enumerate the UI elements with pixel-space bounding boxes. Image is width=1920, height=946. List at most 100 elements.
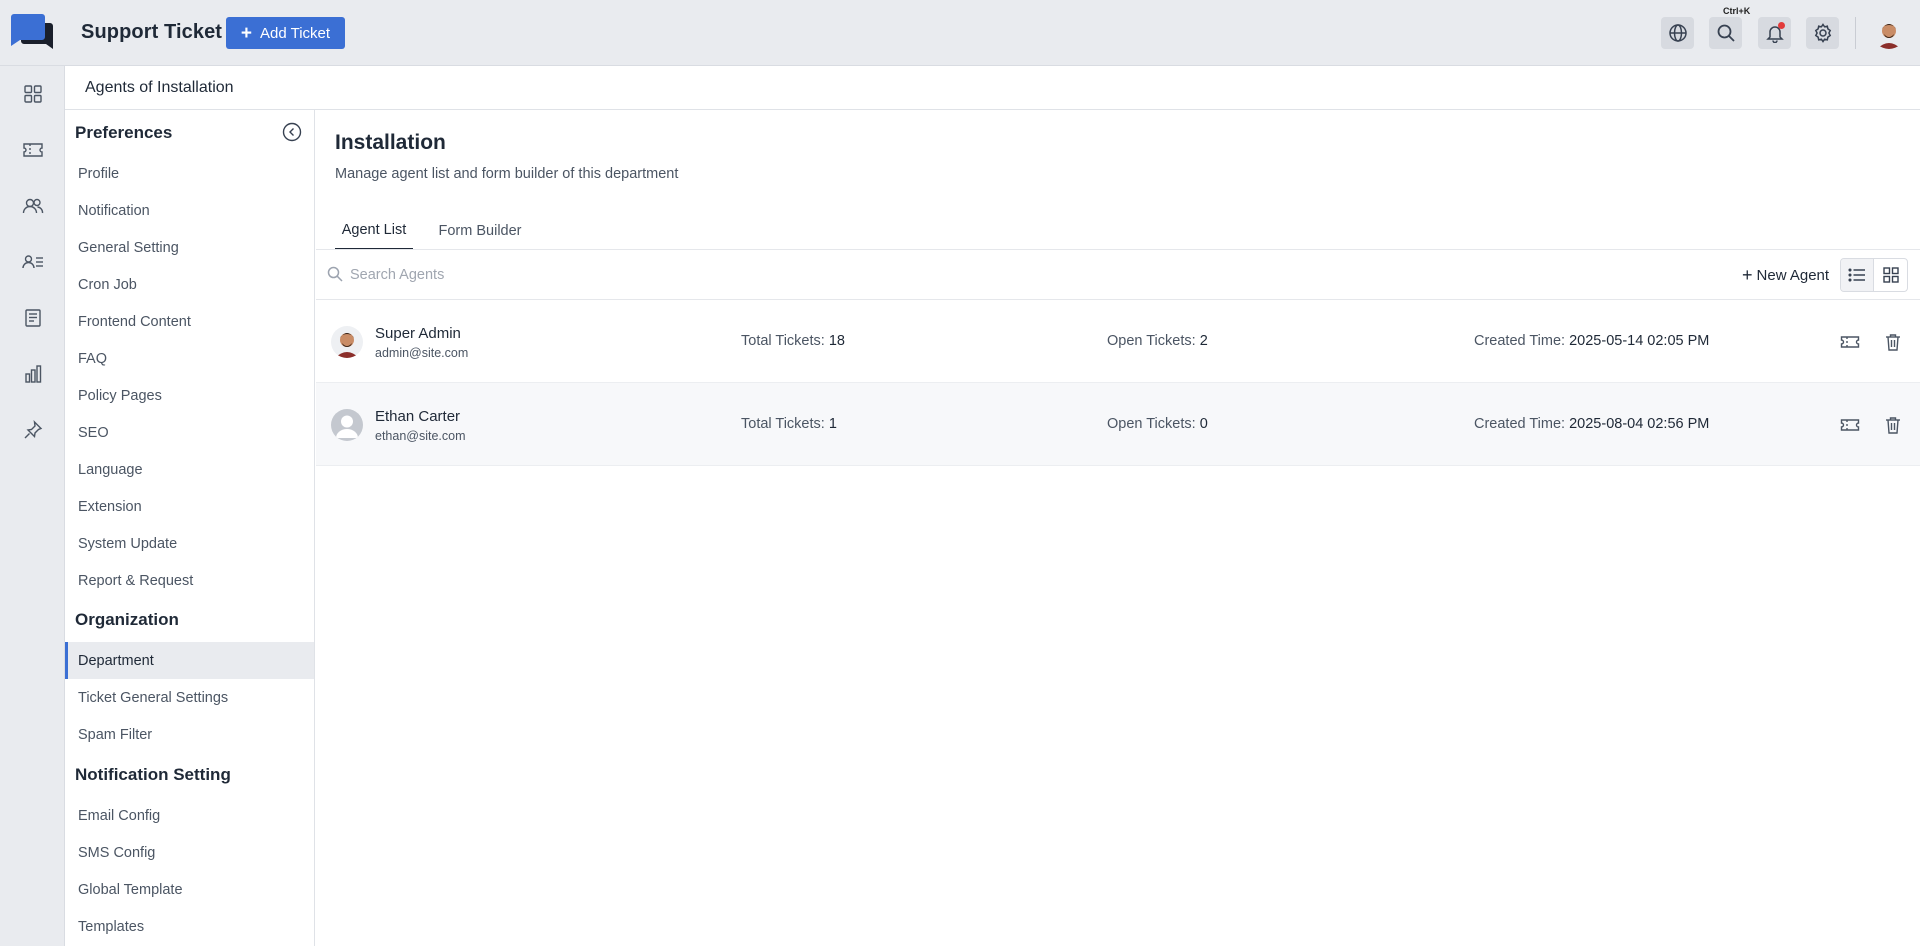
top-bar-divider — [1855, 17, 1856, 49]
prefs-item-spam-filter[interactable]: Spam Filter — [65, 716, 314, 753]
prefs-item-notification[interactable]: Notification — [65, 192, 314, 229]
delete-agent-button[interactable] — [1883, 332, 1903, 352]
avatar — [331, 409, 363, 441]
rail-reports[interactable] — [21, 362, 45, 386]
add-ticket-label: Add Ticket — [260, 24, 331, 42]
notification-badge — [1778, 22, 1785, 29]
new-agent-label: New Agent — [1756, 266, 1830, 284]
preferences-heading: Preferences — [75, 123, 173, 142]
created-time-value: 2025-05-14 02:05 PM — [1569, 333, 1710, 349]
ticket-icon — [23, 143, 43, 157]
agent-row[interactable]: Ethan Carter ethan@site.com Total Ticket… — [316, 383, 1920, 466]
agent-name: Ethan Carter — [375, 408, 461, 425]
prefs-item-templates[interactable]: Templates — [65, 908, 314, 945]
main-content: Installation Manage agent list and form … — [316, 110, 1920, 946]
delete-agent-button[interactable] — [1883, 415, 1903, 435]
list-icon — [1848, 268, 1865, 282]
page-subtitle: Manage agent list and form builder of th… — [335, 166, 679, 182]
open-tickets-label: Open Tickets: — [1107, 333, 1196, 349]
dashboard-icon — [24, 85, 42, 103]
open-tickets-label: Open Tickets: — [1107, 416, 1196, 432]
app-title: Support Ticket — [81, 21, 223, 43]
rail-users[interactable] — [21, 194, 45, 218]
prefs-item-seo[interactable]: SEO — [65, 414, 314, 451]
total-tickets: Total Tickets: 1 — [741, 416, 837, 432]
search-icon — [1717, 24, 1735, 42]
created-time: Created Time: 2025-08-04 02:56 PM — [1474, 416, 1709, 432]
created-time-value: 2025-08-04 02:56 PM — [1569, 416, 1710, 432]
prefs-item-department[interactable]: Department — [65, 642, 314, 679]
notification-setting-heading: Notification Setting — [75, 765, 231, 784]
prefs-item-profile[interactable]: Profile — [65, 155, 314, 192]
created-time-label: Created Time: — [1474, 416, 1566, 432]
preferences-sidebar: Preferences Profile Notification General… — [65, 110, 315, 946]
ticket-icon — [1840, 419, 1860, 431]
prefs-item-system-update[interactable]: System Update — [65, 525, 314, 562]
prefs-item-ticket-general-settings[interactable]: Ticket General Settings — [65, 679, 314, 716]
prefs-item-report-request[interactable]: Report & Request — [65, 562, 314, 599]
open-tickets: Open Tickets: 2 — [1107, 333, 1208, 349]
search-icon — [327, 266, 343, 282]
prefs-item-language[interactable]: Language — [65, 451, 314, 488]
total-tickets-value: 18 — [828, 333, 845, 349]
trash-icon — [1886, 334, 1900, 351]
grid-icon — [1882, 267, 1899, 283]
open-tickets: Open Tickets: 0 — [1107, 416, 1208, 432]
prefs-item-extension[interactable]: Extension — [65, 488, 314, 525]
icon-rail — [0, 66, 65, 946]
view-toggle — [1840, 258, 1908, 292]
created-time-label: Created Time: — [1474, 333, 1566, 349]
tab-agent-list[interactable]: Agent List — [335, 212, 413, 250]
user-list-icon — [22, 255, 43, 269]
prefs-item-email-config[interactable]: Email Config — [65, 797, 314, 834]
rail-dashboard[interactable] — [21, 82, 45, 106]
list-view-button[interactable] — [1841, 259, 1875, 291]
add-ticket-button[interactable]: + Add Ticket — [226, 17, 345, 49]
user-avatar[interactable] — [1873, 17, 1905, 49]
search-button[interactable] — [1709, 17, 1742, 49]
ticket-icon — [1840, 336, 1860, 348]
total-tickets-label: Total Tickets: — [741, 416, 825, 432]
search-shortcut-hint: Ctrl+K — [1721, 6, 1753, 16]
agent-email: ethan@site.com — [375, 429, 466, 443]
notifications-button[interactable] — [1758, 17, 1791, 49]
open-tickets-value: 0 — [1199, 416, 1208, 432]
plus-icon: + — [240, 22, 253, 44]
trash-icon — [1886, 417, 1900, 434]
prefs-item-cron-job[interactable]: Cron Job — [65, 266, 314, 303]
new-agent-button[interactable]: + New Agent — [1742, 263, 1829, 287]
prefs-item-policy-pages[interactable]: Policy Pages — [65, 377, 314, 414]
rail-tickets[interactable] — [21, 138, 45, 162]
prefs-item-general-setting[interactable]: General Setting — [65, 229, 314, 266]
grid-view-button[interactable] — [1874, 259, 1907, 291]
bar-chart-icon — [25, 365, 42, 383]
rail-articles[interactable] — [21, 306, 45, 330]
total-tickets-label: Total Tickets: — [741, 333, 825, 349]
top-bar: Support Ticket + Add Ticket Ctrl+K — [0, 0, 1920, 66]
search-agents-input[interactable] — [350, 263, 850, 287]
settings-button[interactable] — [1806, 17, 1839, 49]
view-tickets-button[interactable] — [1840, 415, 1860, 435]
total-tickets-value: 1 — [828, 416, 837, 432]
total-tickets: Total Tickets: 18 — [741, 333, 845, 349]
agent-row[interactable]: Super Admin admin@site.com Total Tickets… — [316, 300, 1920, 383]
agent-toolbar: + New Agent — [316, 250, 1920, 300]
document-icon — [25, 309, 41, 327]
rail-agents[interactable] — [21, 250, 45, 274]
language-button[interactable] — [1661, 17, 1694, 49]
collapse-sidebar-button[interactable] — [282, 122, 302, 142]
open-tickets-value: 2 — [1199, 333, 1208, 349]
prefs-item-faq[interactable]: FAQ — [65, 340, 314, 377]
prefs-item-global-template[interactable]: Global Template — [65, 871, 314, 908]
rail-extensions[interactable] — [21, 418, 45, 442]
page-title: Installation — [335, 131, 446, 154]
agent-email: admin@site.com — [375, 346, 469, 360]
app-logo[interactable] — [10, 13, 54, 53]
prefs-item-frontend-content[interactable]: Frontend Content — [65, 303, 314, 340]
view-tickets-button[interactable] — [1840, 332, 1860, 352]
prefs-item-sms-config[interactable]: SMS Config — [65, 834, 314, 871]
tab-form-builder[interactable]: Form Builder — [435, 212, 525, 250]
avatar — [331, 326, 363, 358]
gear-icon — [1814, 23, 1831, 43]
breadcrumb: Agents of Installation — [85, 79, 234, 96]
